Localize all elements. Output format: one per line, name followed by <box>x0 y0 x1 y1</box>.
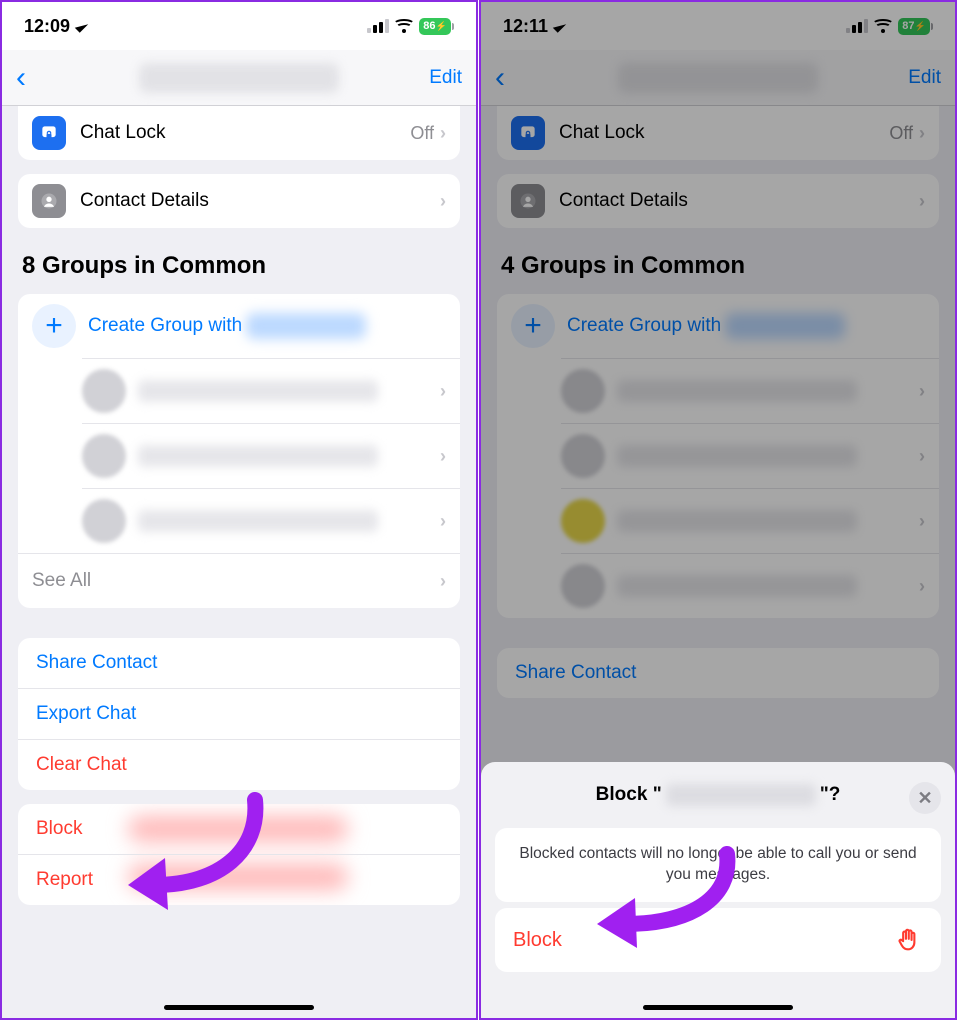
group-avatar <box>82 434 126 478</box>
group-avatar <box>82 369 126 413</box>
group-row[interactable]: › <box>82 423 460 488</box>
groups-card: + Create Group with › › › See All <box>18 294 460 608</box>
contact-details-row[interactable]: Contact Details › <box>18 174 460 228</box>
clear-chat-row[interactable]: Clear Chat <box>18 739 460 790</box>
sheet-title-suffix: "? <box>820 784 841 806</box>
chevron-right-icon: › <box>440 123 446 144</box>
see-all-label: See All <box>32 570 91 592</box>
block-confirm-label: Block <box>513 929 562 952</box>
battery-icon: 86⚡ <box>419 18 454 35</box>
create-group-row[interactable]: + Create Group with <box>18 294 460 358</box>
settings-card: Chat Lock Off › <box>18 106 460 160</box>
annotation-arrow <box>110 790 290 920</box>
wifi-icon <box>395 19 413 33</box>
create-group-label: Create Group with <box>88 315 242 337</box>
export-chat-row[interactable]: Export Chat <box>18 688 460 739</box>
sheet-title-prefix: Block " <box>596 784 662 806</box>
battery-level: 86 <box>423 20 435 32</box>
status-time: 12:09 <box>24 16 70 37</box>
redacted-name <box>666 784 816 806</box>
sheet-header: Block " "? ✕ <box>481 772 955 822</box>
chevron-right-icon: › <box>440 511 446 532</box>
chevron-right-icon: › <box>440 571 446 592</box>
back-button[interactable]: ‹ <box>16 63 26 93</box>
hand-stop-icon <box>895 926 923 954</box>
redacted-group <box>138 445 378 467</box>
redacted-group <box>138 380 378 402</box>
chevron-right-icon: › <box>440 446 446 467</box>
see-all-row[interactable]: See All › <box>18 553 460 608</box>
contact-details-label: Contact Details <box>80 190 440 212</box>
cellular-icon <box>367 19 389 33</box>
phone-right: 12:11 87⚡ ‹ Edit Chat Lock Off › <box>479 0 957 1020</box>
contact-icon <box>32 184 66 218</box>
nav-title <box>139 63 339 93</box>
groups-heading: 8 Groups in Common <box>2 228 476 294</box>
nav-bar: ‹ Edit <box>2 50 476 106</box>
location-icon <box>75 19 88 32</box>
redacted-group <box>138 510 378 532</box>
chat-lock-row[interactable]: Chat Lock Off › <box>18 106 460 160</box>
chat-lock-label: Chat Lock <box>80 122 410 144</box>
group-row[interactable]: › <box>82 488 460 553</box>
group-row[interactable]: › <box>82 358 460 423</box>
group-avatar <box>82 499 126 543</box>
chat-lock-value: Off <box>410 123 434 144</box>
chevron-right-icon: › <box>440 191 446 212</box>
actions-card: Share Contact Export Chat Clear Chat <box>18 638 460 790</box>
annotation-arrow <box>577 842 757 962</box>
home-indicator <box>164 1005 314 1010</box>
redacted-name <box>246 313 366 339</box>
chat-lock-icon <box>32 116 66 150</box>
edit-button[interactable]: Edit <box>429 67 462 89</box>
chevron-right-icon: › <box>440 381 446 402</box>
close-button[interactable]: ✕ <box>909 782 941 814</box>
share-contact-row[interactable]: Share Contact <box>18 638 460 688</box>
status-bar: 12:09 86⚡ <box>2 2 476 50</box>
phone-left: 12:09 86⚡ ‹ Edit Chat Lock Off › <box>0 0 478 1020</box>
contact-details-card: Contact Details › <box>18 174 460 228</box>
plus-icon: + <box>32 304 76 348</box>
home-indicator <box>643 1005 793 1010</box>
